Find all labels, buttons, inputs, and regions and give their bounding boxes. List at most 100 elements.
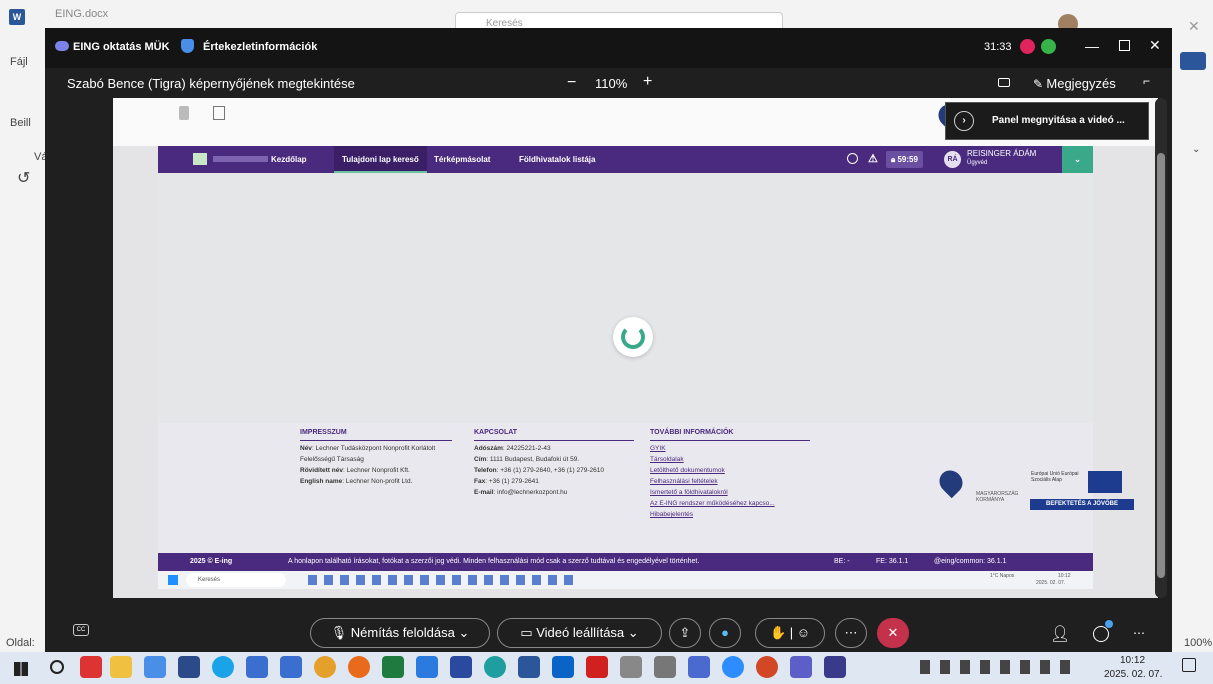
scrollbar-thumb[interactable] (1157, 153, 1165, 578)
warning-icon[interactable]: ⚠ (868, 152, 878, 165)
search-icon[interactable] (50, 660, 64, 674)
teams-meeting-taskbar-icon[interactable] (824, 656, 846, 678)
hu-gov-text: MAGYARORSZÁG KORMÁNYA (976, 491, 1019, 503)
nav-title-search[interactable]: Tulajdoni lap kereső (334, 146, 427, 173)
scrollbar[interactable] (1155, 98, 1167, 598)
nav-map-copy[interactable]: Térképmásolat (434, 146, 490, 173)
taskbar-app-icon[interactable] (80, 656, 102, 678)
nav-land-offices[interactable]: Földhivatalok listája (519, 146, 595, 173)
user-avatar[interactable]: RÁ (944, 151, 961, 168)
minimize-icon[interactable]: — (1085, 38, 1099, 54)
chat-bubble-icon[interactable] (1093, 626, 1109, 642)
monitor-icon[interactable] (998, 78, 1010, 87)
teams-titlebar: EING oktatás MÜK Értekezletinformációk 3… (45, 28, 1172, 68)
clock-time[interactable]: 10:12 (1120, 655, 1145, 666)
copilot-button[interactable]: ● (709, 618, 741, 648)
session-timer: 🔒︎ 59:59 (886, 151, 923, 168)
more-icon[interactable]: ⋯ (1133, 626, 1145, 640)
word-close-icon[interactable]: ✕ (1188, 18, 1200, 35)
stats-icon (1041, 39, 1056, 54)
taskbar-app-icon[interactable] (654, 656, 676, 678)
eu-investment-badge: BEFEKTETÉS A JÖVŐBE (1030, 499, 1134, 510)
share-title: Szabó Bence (Tigra) képernyőjének megtek… (67, 76, 355, 91)
user-role: Ügyvéd (967, 160, 988, 166)
share-screen-button[interactable]: ⇪ (669, 618, 701, 648)
footer-link[interactable]: Ismertető a földhivatalokról (650, 487, 820, 498)
notification-icon[interactable] (1182, 658, 1196, 672)
doc-title: EING.docx (55, 8, 109, 20)
cc-button[interactable]: CC (73, 624, 89, 636)
outlook-icon[interactable] (552, 656, 574, 678)
footer-link[interactable]: Hibabejelentés (650, 509, 820, 520)
kapcsolat-title: KAPCSOLAT (474, 427, 634, 441)
user-name: REISINGER ÁDÁM (967, 149, 1037, 158)
taskbar-app-icon[interactable] (144, 656, 166, 678)
close-icon[interactable]: ✕ (1149, 37, 1161, 54)
shield-icon (181, 39, 194, 53)
teams-taskbar-icon[interactable] (790, 656, 812, 678)
acrobat-icon[interactable] (586, 656, 608, 678)
maximize-icon[interactable] (1119, 40, 1130, 51)
taskbar-app-icon[interactable] (450, 656, 472, 678)
unmute-button[interactable]: 🎙︎ Némítás feloldása ⌄ (310, 618, 490, 648)
zoom-in-button[interactable]: + (643, 73, 652, 91)
popout-icon[interactable]: ⌐ (1143, 74, 1150, 88)
home-icon[interactable] (193, 153, 207, 165)
taskbar-app-icon[interactable] (620, 656, 642, 678)
footer-link[interactable]: Felhasználási feltételek (650, 476, 820, 487)
chrome-icon[interactable] (314, 656, 336, 678)
firefox-icon[interactable] (348, 656, 370, 678)
footer-link[interactable]: GYIK (650, 443, 820, 454)
site-logo-text (213, 156, 268, 162)
excel-icon[interactable] (382, 656, 404, 678)
paste-label[interactable]: Beill (10, 117, 31, 129)
more-options-button[interactable]: ⋯ (835, 618, 867, 648)
shared-screen: Kezdőlap Tulajdoni lap kereső Térképmáso… (113, 98, 1158, 598)
taskbar-app-icon[interactable] (110, 656, 132, 678)
pen-icon: ✎ (1033, 77, 1047, 91)
chat-icon[interactable] (847, 153, 858, 164)
impresszum-row: English name: Lechner Non-profit Ltd. (300, 478, 413, 485)
skype-icon[interactable] (212, 656, 234, 678)
start-icon[interactable] (14, 662, 28, 676)
eu-flag-icon (1088, 471, 1122, 493)
ribbon-collapse-icon[interactable]: ⌄ (1192, 144, 1200, 155)
chevron-right-icon[interactable]: › (954, 111, 974, 131)
kapcsolat-row: Cím: 1111 Budapest, Budafoki út 59. (474, 456, 580, 463)
nav-home[interactable]: Kezdőlap (271, 146, 307, 173)
tray-icons[interactable] (920, 660, 1070, 674)
word-zoom[interactable]: 100% (1184, 637, 1212, 649)
notes-label: Megjegyzés (1046, 76, 1116, 91)
zoom-out-button[interactable]: − (567, 74, 576, 92)
meeting-info[interactable]: Értekezletinformációk (203, 41, 317, 53)
word-left-ribbon: Fájl Beill Vá ↺ Oldal: (0, 40, 48, 652)
hangup-button[interactable]: ✕ (877, 618, 909, 648)
file-tab[interactable]: Fájl (10, 56, 28, 68)
powerpoint-icon[interactable] (756, 656, 778, 678)
undo-icon[interactable]: ↺ (17, 168, 30, 188)
edge-icon[interactable] (484, 656, 506, 678)
taskbar-app-icon[interactable] (178, 656, 200, 678)
panel-popup[interactable]: › Panel megnyitása a videó ... (945, 102, 1149, 140)
popup-text: Panel megnyitása a videó ... (992, 115, 1125, 126)
clock-date[interactable]: 2025. 02. 07. (1104, 669, 1162, 680)
taskbar-app-icon[interactable] (688, 656, 710, 678)
ie-icon[interactable] (416, 656, 438, 678)
notes-button[interactable]: ✎ Megjegyzés (1033, 76, 1116, 91)
taskbar-app-icon[interactable] (246, 656, 268, 678)
taskbar-app-icon[interactable] (280, 656, 302, 678)
footer-link[interactable]: Letölthető dokumentumok (650, 465, 820, 476)
footer-link[interactable]: Társoldalak (650, 454, 820, 465)
stop-video-button[interactable]: ▭ Videó leállítása ⌄ (497, 618, 662, 648)
people-icon[interactable]: 👤︎ (1050, 624, 1070, 644)
loading-spinner-icon (613, 317, 653, 357)
raise-hand-button[interactable]: ✋ | ☺ (755, 618, 825, 648)
user-menu-chevron-icon[interactable]: ⌄ (1062, 146, 1093, 173)
zoom-icon[interactable] (722, 656, 744, 678)
footer-link[interactable]: Az E-ING rendszer működéséhez kapcso... (650, 498, 820, 509)
share-icon[interactable] (1180, 52, 1206, 70)
record-icon (1020, 39, 1035, 54)
cc-label: CC (76, 627, 86, 633)
word-right-ribbon: ⌄ 100% (1172, 40, 1213, 652)
word-taskbar-icon[interactable] (518, 656, 540, 678)
